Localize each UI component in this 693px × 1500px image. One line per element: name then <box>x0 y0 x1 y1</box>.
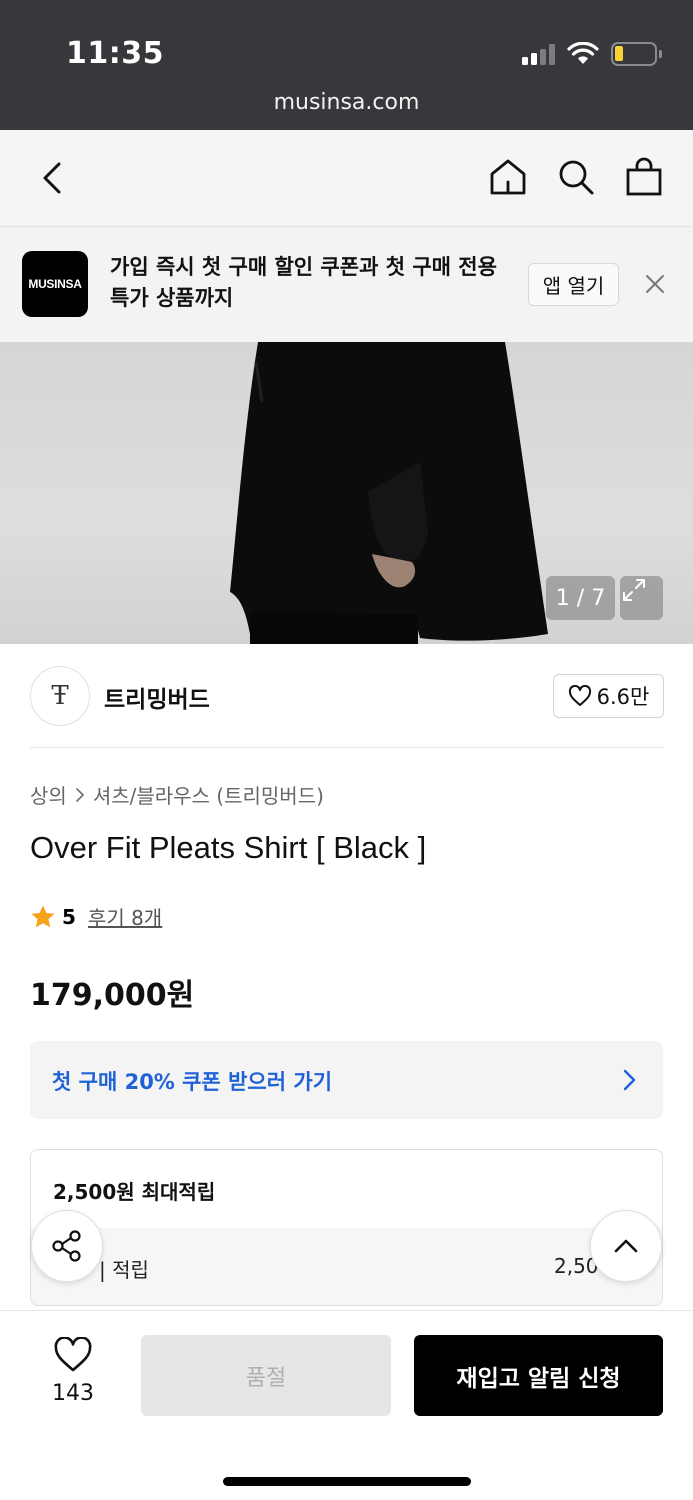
brand-like-button[interactable]: 6.6만 <box>553 674 664 718</box>
product-title: Over Fit Pleats Shirt [ Black ] <box>30 830 427 865</box>
breadcrumb-item[interactable]: 셔츠/블라우스 (트리밍버드) <box>93 780 324 809</box>
search-icon[interactable] <box>555 156 597 198</box>
category-breadcrumb: 상의 셔츠/블라우스 (트리밍버드) <box>30 780 324 809</box>
app-banner-message: 가입 즉시 첫 구매 할인 쿠폰과 첫 구매 전용 특가 상품까지 <box>110 255 497 310</box>
rating-score: 5 <box>62 904 76 929</box>
wishlist-button[interactable]: 143 <box>40 1336 106 1406</box>
expand-icon <box>623 579 645 601</box>
review-count-link[interactable]: 후기 8개 <box>88 902 162 931</box>
star-icon <box>31 905 55 927</box>
wishlist-count: 143 <box>52 1381 94 1406</box>
coupon-label: 첫 구매 20% 쿠폰 받으러 가기 <box>52 1070 333 1094</box>
image-counter: 1 / 7 <box>546 576 615 620</box>
breadcrumb-item[interactable]: 상의 <box>30 780 67 809</box>
status-time: 11:35 <box>66 36 164 71</box>
points-panel: 2,500원 최대적립 | 적립 2,50 <box>30 1149 663 1306</box>
battery-low-icon <box>611 42 662 66</box>
points-row-label: | 적립 <box>99 1258 149 1282</box>
product-price: 179,000원 <box>30 978 195 1013</box>
product-image-gallery[interactable]: 1 / 7 <box>0 342 693 644</box>
back-chevron-icon[interactable] <box>32 158 72 198</box>
close-icon[interactable] <box>642 271 668 297</box>
musinsa-app-logo: MUSINSA <box>22 251 88 317</box>
wifi-icon <box>567 42 599 64</box>
nav-actions <box>487 156 665 198</box>
brand-logo[interactable]: Ŧ <box>30 666 90 726</box>
scroll-to-top-button[interactable] <box>590 1210 662 1282</box>
top-nav <box>0 130 693 227</box>
expand-image-button[interactable] <box>620 576 663 620</box>
home-indicator <box>223 1477 471 1486</box>
chevron-right-icon <box>75 787 85 802</box>
shopping-bag-icon[interactable] <box>623 156 665 198</box>
points-detail-row: | 적립 2,50 <box>31 1228 662 1305</box>
max-points-title: 2,500원 최대적립 <box>53 1180 216 1204</box>
status-bar: 11:35 musinsa.com <box>0 0 693 130</box>
bottom-action-bar: 143 품절 재입고 알림 신청 <box>0 1310 693 1500</box>
page-url[interactable]: musinsa.com <box>0 90 693 115</box>
cellular-signal-icon <box>522 43 555 65</box>
rating-row: 5 후기 8개 <box>30 902 162 931</box>
share-icon <box>52 1230 81 1262</box>
soldout-button: 품절 <box>141 1335 391 1416</box>
open-app-button[interactable]: 앱 열기 <box>528 263 619 306</box>
status-icons <box>522 40 662 68</box>
share-button[interactable] <box>31 1210 103 1282</box>
app-install-banner: MUSINSA 가입 즉시 첫 구매 할인 쿠폰과 첫 구매 전용 특가 상품까… <box>0 227 693 342</box>
brand-row[interactable]: Ŧ 트리밍버드 6.6만 <box>30 644 664 748</box>
chevron-up-icon <box>614 1239 638 1253</box>
first-purchase-coupon-banner[interactable]: 첫 구매 20% 쿠폰 받으러 가기 <box>30 1041 663 1119</box>
restock-alert-button[interactable]: 재입고 알림 신청 <box>414 1335 663 1416</box>
heart-outline-icon <box>568 685 591 706</box>
heart-outline-icon <box>54 1336 92 1372</box>
chevron-right-icon <box>623 1069 636 1091</box>
brand-name[interactable]: 트리밍버드 <box>104 680 210 714</box>
brand-like-count: 6.6만 <box>596 685 650 709</box>
home-icon[interactable] <box>487 156 529 198</box>
